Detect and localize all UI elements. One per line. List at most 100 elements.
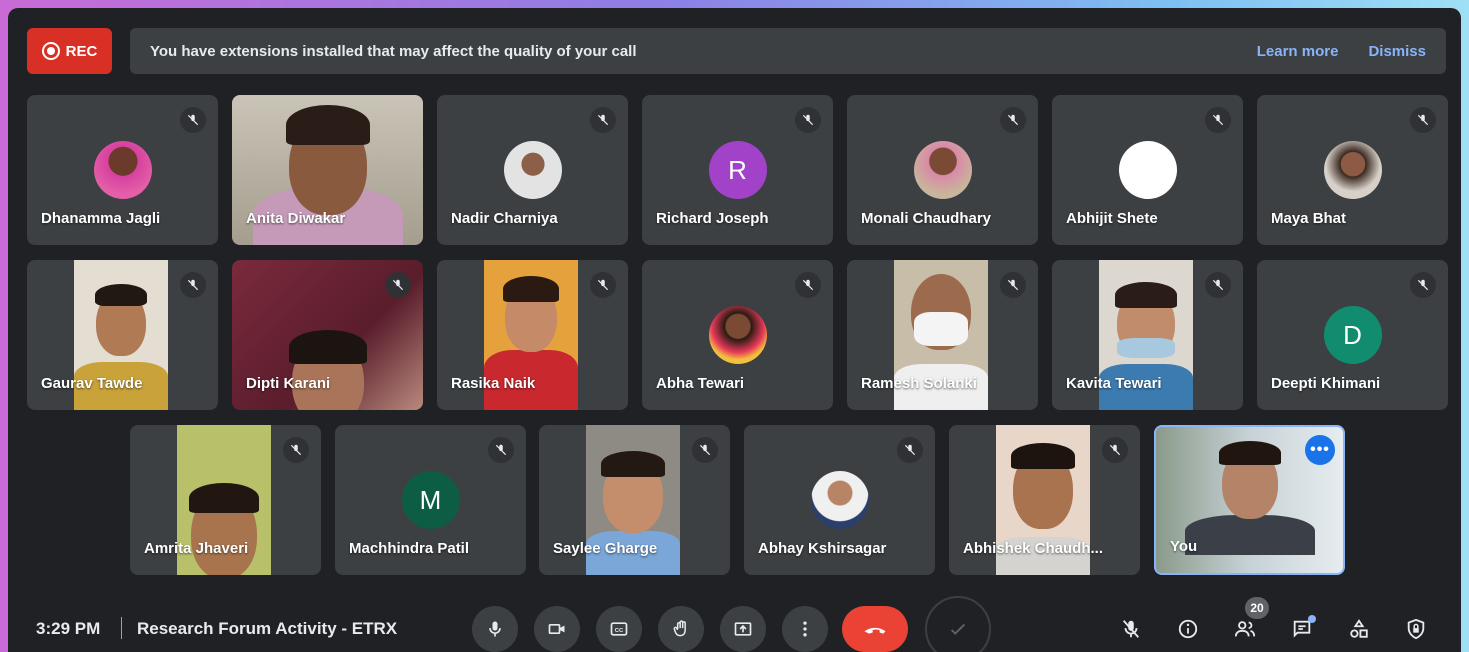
participant-tile[interactable]: R Richard Joseph xyxy=(642,95,833,245)
video-feed-hair xyxy=(601,451,665,477)
participant-name: Amrita Jhaveri xyxy=(144,540,249,557)
mic-off-icon xyxy=(385,272,411,298)
info-icon[interactable] xyxy=(1174,615,1202,643)
participant-name: Rasika Naik xyxy=(451,375,536,392)
participant-tile[interactable]: Saylee Gharge xyxy=(539,425,730,575)
present-button[interactable] xyxy=(720,606,766,652)
bottom-toolbar: 3:29 PM Research Forum Activity - ETRX C… xyxy=(8,593,1461,652)
video-feed-mask xyxy=(914,312,968,346)
more-options-icon[interactable]: ••• xyxy=(1305,435,1335,465)
participant-tile[interactable]: Rasika Naik xyxy=(437,260,628,410)
mic-off-icon xyxy=(1205,107,1231,133)
check-icon xyxy=(925,596,991,652)
mic-off-icon xyxy=(795,107,821,133)
mic-button[interactable] xyxy=(472,606,518,652)
dismiss-button[interactable]: Dismiss xyxy=(1368,43,1426,60)
avatar xyxy=(708,306,767,364)
raise-hand-icon xyxy=(673,620,686,637)
participant-tile[interactable]: Dhanamma Jagli xyxy=(27,95,218,245)
participant-name: Maya Bhat xyxy=(1271,210,1347,227)
end-call-icon xyxy=(864,627,886,634)
video-feed-hair xyxy=(288,330,367,364)
video-feed-body xyxy=(1184,515,1315,555)
raise-hand-button[interactable] xyxy=(658,606,704,652)
participant-name: Ramesh Solanki xyxy=(861,375,977,392)
camera-button[interactable] xyxy=(534,606,580,652)
avatar xyxy=(1323,141,1382,199)
mic-off-icon xyxy=(180,272,206,298)
mic-off-icon xyxy=(1000,272,1026,298)
participant-tile[interactable]: Kavita Tewari xyxy=(1052,260,1243,410)
recording-indicator: REC xyxy=(27,28,112,74)
participant-tile[interactable]: Dipti Karani xyxy=(232,260,423,410)
avatar xyxy=(810,471,869,529)
video-feed-hair xyxy=(1115,282,1177,308)
meet-window: REC You have extensions installed that m… xyxy=(8,8,1461,652)
participant-tile[interactable]: Maya Bhat xyxy=(1257,95,1448,245)
divider xyxy=(121,617,122,639)
participant-name: Abhay Kshirsagar xyxy=(758,540,887,557)
mic-off-icon xyxy=(180,107,206,133)
participant-tile[interactable]: Anita Diwakar xyxy=(232,95,423,245)
svg-text:CC: CC xyxy=(615,628,624,634)
participant-tile[interactable]: M Machhindra Patil xyxy=(335,425,526,575)
self-view-tile[interactable]: ••• You xyxy=(1154,425,1345,575)
participant-tile[interactable]: Abha Tewari xyxy=(642,260,833,410)
participant-name: Abhijit Shete xyxy=(1066,210,1158,227)
mic-off-icon xyxy=(590,272,616,298)
record-icon xyxy=(41,42,60,60)
avatar xyxy=(93,141,152,199)
participant-name: Machhindra Patil xyxy=(349,540,470,557)
avatar xyxy=(503,141,562,199)
participant-tile[interactable]: Abhay Kshirsagar xyxy=(744,425,935,575)
activities-icon[interactable] xyxy=(1345,615,1373,643)
people-icon[interactable] xyxy=(1231,615,1259,643)
extension-warning-banner: You have extensions installed that may a… xyxy=(130,28,1446,74)
participant-name: Abhishek Chaudh... xyxy=(963,540,1104,557)
avatar-initial: M xyxy=(401,471,460,529)
video-feed-hair xyxy=(1218,441,1281,465)
avatar xyxy=(1118,141,1177,199)
participant-name: Gaurav Tawde xyxy=(41,375,143,392)
participant-tile[interactable]: Amrita Jhaveri xyxy=(130,425,321,575)
participant-tile[interactable]: Monali Chaudhary xyxy=(847,95,1038,245)
participant-name: Dhanamma Jagli xyxy=(41,210,161,227)
video-feed-hair xyxy=(503,276,559,302)
rec-label: REC xyxy=(65,42,98,60)
learn-more-link[interactable]: Learn more xyxy=(1257,43,1339,60)
participant-name: Abha Tewari xyxy=(656,375,745,392)
end-call-button[interactable] xyxy=(842,606,908,652)
captions-button[interactable]: CC xyxy=(596,606,642,652)
participant-name: Deepti Khimani xyxy=(1271,375,1381,392)
present-icon xyxy=(734,622,752,636)
captions-icon: CC xyxy=(610,622,628,636)
video-feed-hair xyxy=(95,284,147,306)
participant-tile[interactable]: Abhijit Shete xyxy=(1052,95,1243,245)
banner-message: You have extensions installed that may a… xyxy=(150,42,637,60)
mic-off-icon xyxy=(692,437,718,463)
clock: 3:29 PM xyxy=(36,619,101,638)
more-options-button[interactable] xyxy=(782,606,828,652)
mic-off-icon[interactable] xyxy=(1117,615,1145,643)
participant-name: Kavita Tewari xyxy=(1066,375,1162,392)
participant-tile[interactable]: D Deepti Khimani xyxy=(1257,260,1448,410)
host-controls-icon[interactable] xyxy=(1402,615,1430,643)
notification-dot xyxy=(1308,615,1316,623)
mic-off-icon xyxy=(1000,107,1026,133)
participant-tile[interactable]: Ramesh Solanki xyxy=(847,260,1038,410)
participant-name: Nadir Charniya xyxy=(451,210,558,227)
participant-tile[interactable]: Gaurav Tawde xyxy=(27,260,218,410)
mic-off-icon xyxy=(283,437,309,463)
mic-off-icon xyxy=(1102,437,1128,463)
participant-name: Anita Diwakar xyxy=(246,210,346,227)
more-options-icon xyxy=(803,621,807,637)
participant-tile[interactable]: Abhishek Chaudh... xyxy=(949,425,1140,575)
meeting-title: Research Forum Activity - ETRX xyxy=(137,619,398,638)
avatar-initial: R xyxy=(708,141,767,199)
participant-tile[interactable]: Nadir Charniya xyxy=(437,95,628,245)
mic-off-icon xyxy=(1410,107,1436,133)
camera-icon xyxy=(548,624,565,634)
participant-name: Dipti Karani xyxy=(246,375,331,392)
video-feed-hair xyxy=(285,105,370,145)
mic-off-icon xyxy=(488,437,514,463)
